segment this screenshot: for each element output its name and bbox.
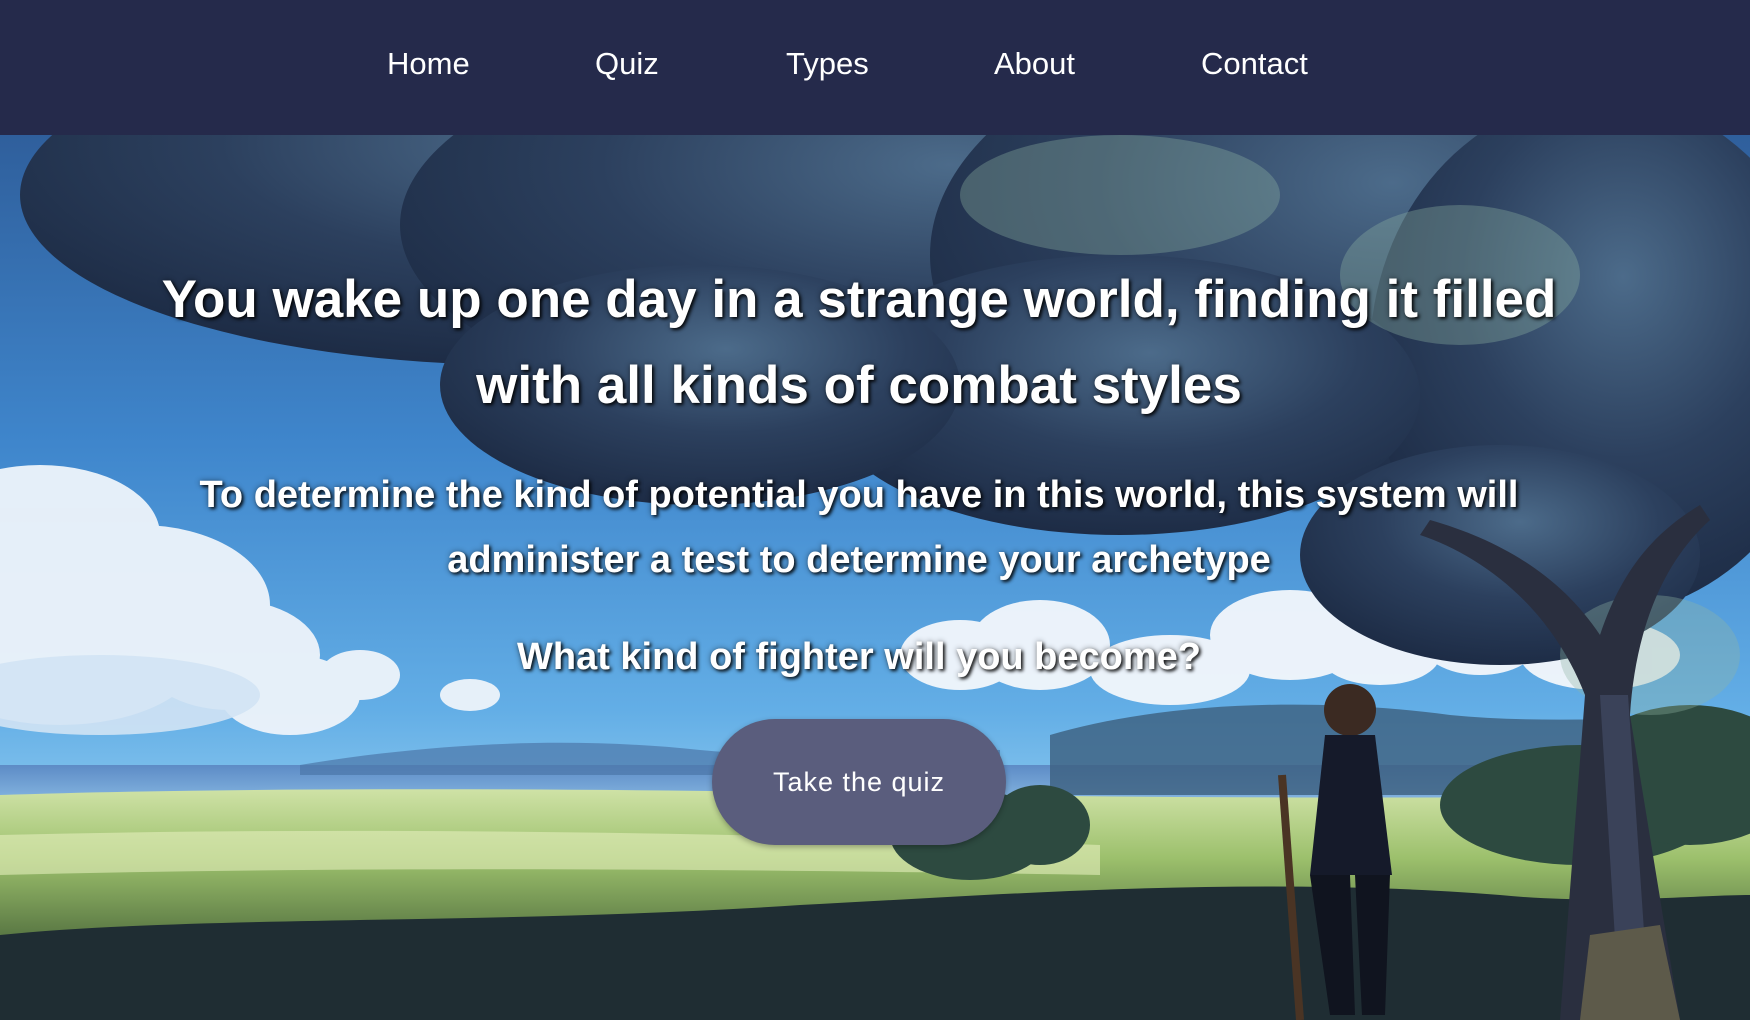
nav-link-home[interactable]: Home [387,44,470,84]
top-navigation: Home Quiz Types About Contact [0,0,1750,135]
hero-subtext: To determine the kind of potential you h… [199,474,1519,581]
take-quiz-button[interactable]: Take the quiz [712,719,1006,845]
nav-link-quiz[interactable]: Quiz [595,44,659,84]
nav-link-contact[interactable]: Contact [1201,44,1308,84]
hero-question: What kind of fighter will you become? [516,636,1202,678]
hero-heading: You wake up one day in a strange world, … [161,270,1557,415]
hero-content: You wake up one day in a strange world, … [0,135,1718,1020]
hero-section: You wake up one day in a strange world, … [0,135,1750,1020]
nav-link-about[interactable]: About [994,44,1075,84]
nav-link-types[interactable]: Types [786,44,869,84]
